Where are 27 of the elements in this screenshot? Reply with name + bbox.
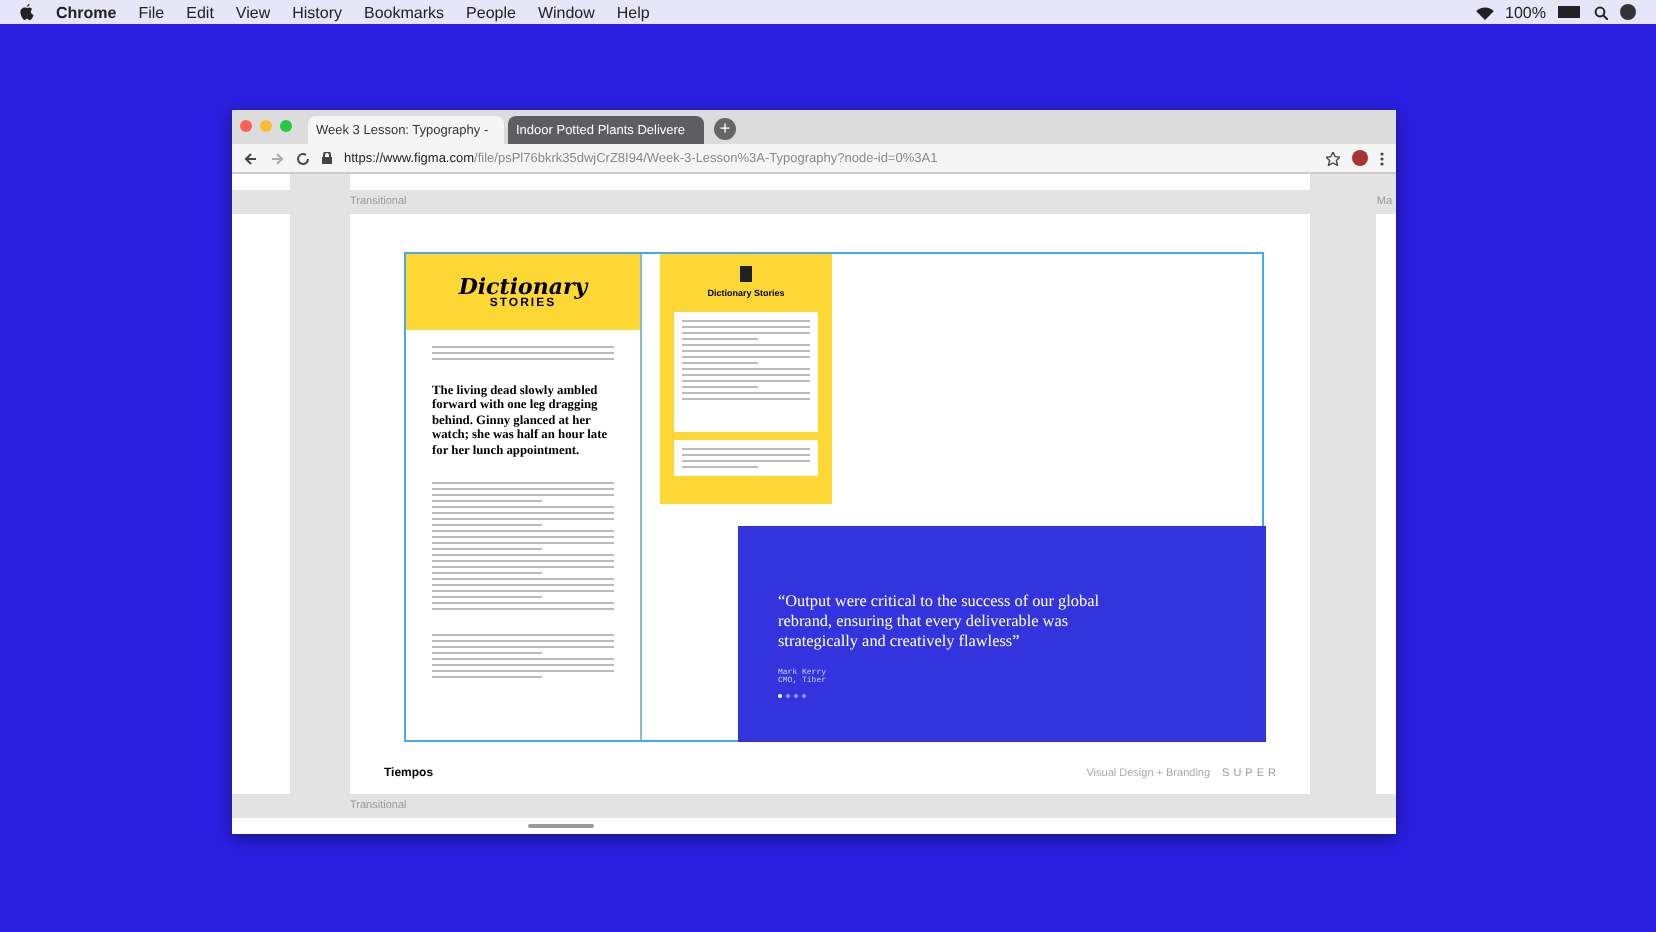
- battery-icon[interactable]: [1558, 6, 1582, 18]
- scrollbar-thumb[interactable]: [528, 824, 594, 828]
- menu-item[interactable]: Help: [616, 3, 650, 21]
- avatar-icon[interactable]: [1352, 150, 1368, 166]
- menu-item[interactable]: View: [235, 3, 271, 21]
- menu-item[interactable]: People: [466, 3, 516, 21]
- menu-item[interactable]: Bookmarks: [364, 3, 445, 21]
- testimonial-quote: “Output were critical to the success of our global rebrand, ensuring that every deliverable was strategically and creatively flawless”: [778, 592, 1102, 652]
- lock-icon: [322, 152, 332, 164]
- star-icon[interactable]: [1326, 151, 1340, 165]
- menu-item[interactable]: Edit: [186, 3, 214, 21]
- reload-icon[interactable]: [296, 151, 310, 165]
- menu-item[interactable]: File: [138, 3, 165, 21]
- apple-icon[interactable]: [20, 4, 34, 20]
- logo-title: Dictionary: [458, 275, 588, 297]
- new-tab-button[interactable]: +: [714, 118, 736, 140]
- wifi-icon[interactable]: [1475, 5, 1494, 19]
- book-icon: [740, 266, 752, 282]
- menu-item[interactable]: History: [292, 3, 343, 21]
- back-icon[interactable]: [244, 151, 258, 165]
- search-icon[interactable]: [1594, 5, 1608, 19]
- avatar-icon[interactable]: [1620, 4, 1636, 20]
- battery-percent: 100%: [1505, 3, 1546, 21]
- story-card: [674, 440, 818, 476]
- story-card: [674, 312, 818, 432]
- app-menu[interactable]: Chrome: [56, 3, 117, 21]
- menu-item[interactable]: Window: [537, 3, 595, 21]
